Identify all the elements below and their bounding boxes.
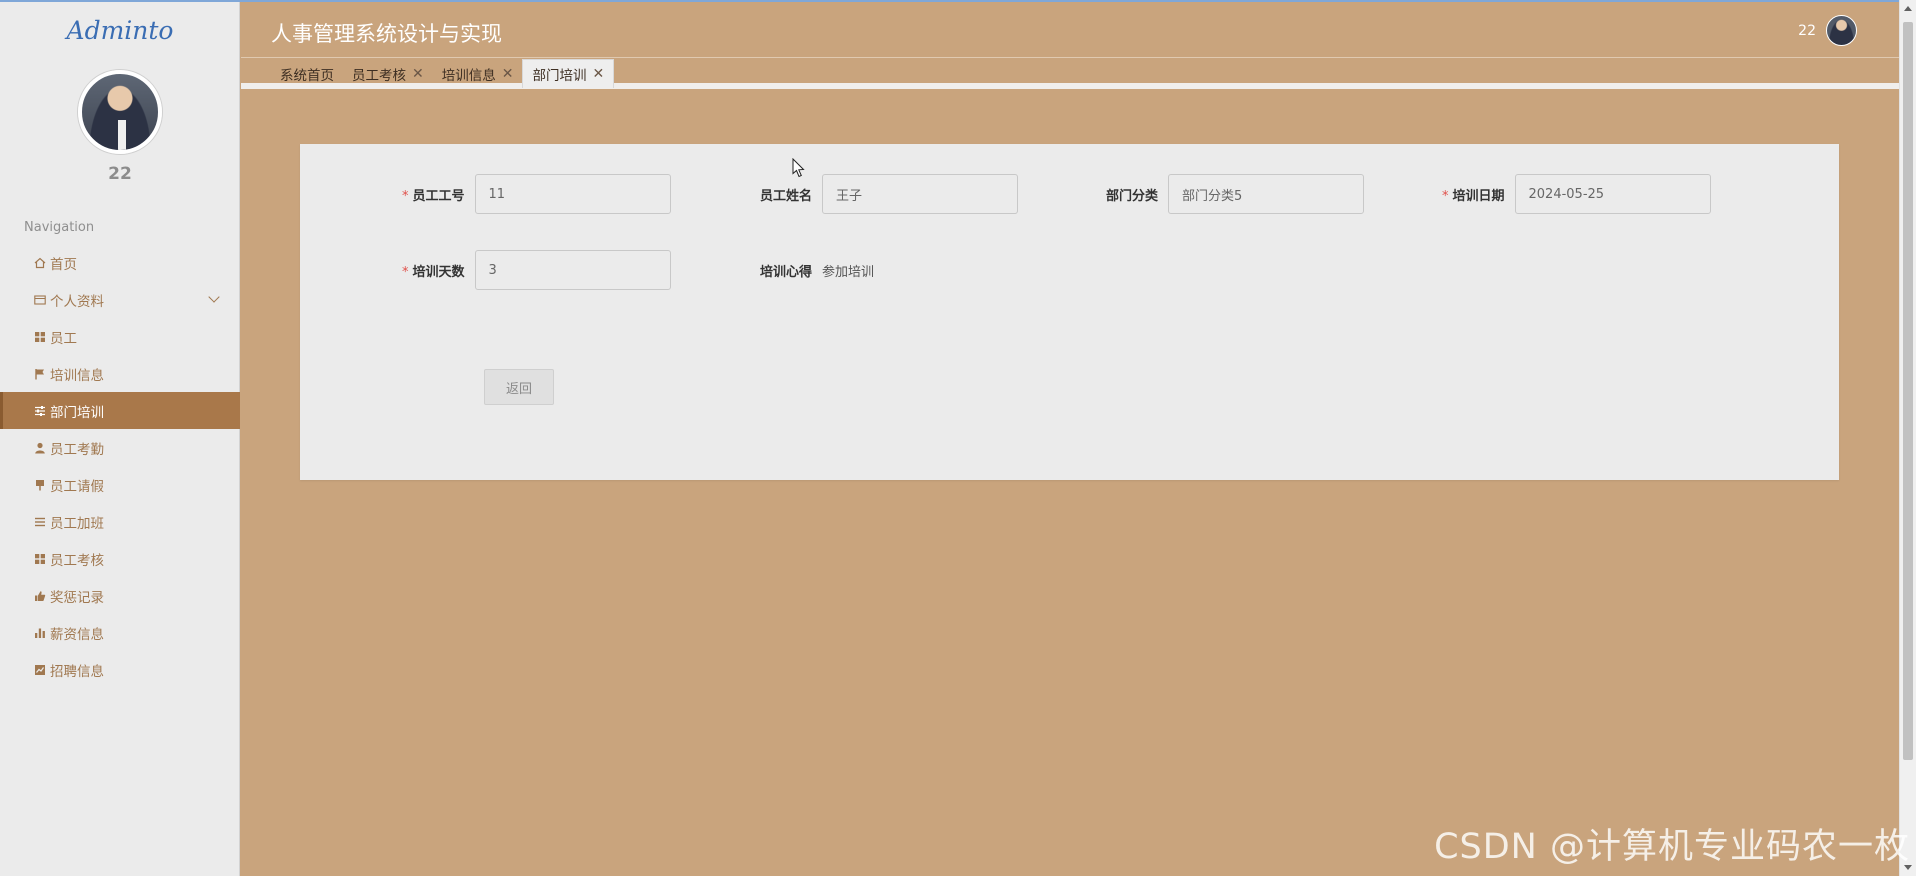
sidebar-item-home[interactable]: 首页	[0, 244, 240, 281]
training-days-input[interactable]: 3	[474, 250, 671, 290]
home-icon	[33, 256, 46, 269]
user-avatar[interactable]	[78, 70, 162, 154]
department-category-input[interactable]: 部门分类5	[1168, 174, 1365, 214]
tab-department-training[interactable]: 部门培训 ✕	[522, 59, 615, 88]
employee-name-input[interactable]: 王子	[822, 174, 1019, 214]
sidebar-item-label: 员工请假	[50, 478, 104, 495]
sidebar-nav: 首页 个人资料 员工 培训信息 部门培训 员工考勤 员工请假 员工加班 员工考核…	[0, 244, 240, 688]
tab-label: 部门培训	[532, 68, 587, 84]
page-title: 人事管理系统设计与实现	[271, 22, 502, 46]
sidebar-item-label: 员工考勤	[50, 441, 104, 458]
scrollbar-thumb[interactable]	[1903, 22, 1913, 760]
sidebar-item-label: 员工	[50, 330, 77, 347]
sidebar-item-label: 培训信息	[50, 367, 104, 384]
training-date-field: * 培训日期 2024-05-25	[1442, 174, 1711, 214]
sidebar-item-rewards[interactable]: 奖惩记录	[0, 577, 240, 614]
training-notes-value: 参加培训	[822, 264, 875, 280]
training-detail-form: * 员工工号 11 员工姓名 王子 部门分类 部门分类5 * 培训日期 2024-0…	[300, 144, 1839, 480]
sidebar-item-label: 员工加班	[50, 515, 104, 532]
sidebar-item-label: 员工考核	[50, 552, 104, 569]
tab-label: 培训信息	[441, 67, 496, 84]
sidebar-item-salary[interactable]: 薪资信息	[0, 614, 240, 651]
app-logo[interactable]: Adminto	[0, 16, 240, 45]
header-user-name: 22	[1798, 22, 1816, 39]
close-icon[interactable]: ✕	[412, 66, 424, 82]
sidebar-item-overtime[interactable]: 员工加班	[0, 503, 240, 540]
sidebar-user-name: 22	[108, 164, 132, 184]
sidebar-item-label: 薪资信息	[50, 626, 104, 643]
department-category-label: 部门分类	[1106, 188, 1159, 204]
back-button[interactable]: 返回	[484, 369, 554, 405]
chevron-down-icon[interactable]	[208, 291, 220, 303]
watermark: CSDN @计算机专业码农一枚	[1434, 827, 1910, 867]
sidebar-item-label: 个人资料	[50, 293, 104, 310]
sidebar-item-assessment[interactable]: 员工考核	[0, 540, 240, 577]
tab-system-home[interactable]: 系统首页	[271, 59, 343, 88]
sidebar-item-label: 部门培训	[50, 404, 104, 421]
training-days-field: * 培训天数 3	[402, 250, 671, 290]
close-icon[interactable]: ✕	[592, 66, 604, 82]
training-notes-field: 培训心得 参加培训	[760, 250, 874, 290]
sidebar-item-label: 招聘信息	[50, 663, 104, 680]
employee-no-field: * 员工工号 11	[402, 174, 671, 214]
training-date-label: * 培训日期	[1442, 188, 1505, 204]
training-notes-label: 培训心得	[760, 264, 813, 280]
department-category-field: 部门分类 部门分类5	[1106, 174, 1365, 214]
tab-bar: 系统首页 员工考核 ✕ 培训信息 ✕ 部门培训 ✕	[241, 59, 1899, 89]
employee-no-input[interactable]: 11	[474, 174, 671, 214]
scroll-up-arrow-icon[interactable]	[1904, 6, 1912, 11]
sidebar-item-department-training[interactable]: 部门培训	[0, 392, 240, 429]
line-chart-icon	[33, 663, 46, 676]
sidebar-item-leave[interactable]: 员工请假	[0, 466, 240, 503]
sidebar: Adminto 22 Navigation 首页 个人资料 员工 培训信息 部门…	[0, 2, 240, 876]
profile-card-icon	[33, 293, 46, 306]
top-header: 人事管理系统设计与实现 22	[241, 2, 1899, 58]
sidebar-item-label: 奖惩记录	[50, 589, 104, 606]
sidebar-item-recruitment[interactable]: 招聘信息	[0, 651, 240, 688]
sidebar-item-profile[interactable]: 个人资料	[0, 281, 240, 318]
close-icon[interactable]: ✕	[502, 66, 514, 82]
sidebar-item-employee[interactable]: 员工	[0, 318, 240, 355]
flag-icon	[33, 367, 46, 380]
sliders-icon	[33, 404, 46, 417]
tab-label: 员工考核	[352, 67, 406, 84]
thumbs-up-icon	[33, 589, 46, 602]
header-avatar[interactable]	[1826, 15, 1857, 46]
header-user-menu[interactable]: 22	[1798, 15, 1857, 46]
sidebar-item-training-info[interactable]: 培训信息	[0, 355, 240, 392]
sidebar-item-attendance[interactable]: 员工考勤	[0, 429, 240, 466]
list-icon	[33, 515, 46, 528]
vertical-scrollbar[interactable]	[1899, 0, 1916, 876]
bar-chart-icon	[33, 626, 46, 639]
employee-name-label: 员工姓名	[760, 188, 813, 204]
person-icon	[33, 441, 46, 454]
grid-icon	[33, 330, 46, 343]
tab-label: 系统首页	[280, 67, 334, 84]
grid-icon	[33, 552, 46, 565]
training-days-label: * 培训天数	[402, 264, 465, 280]
nav-section-title: Navigation	[24, 220, 95, 235]
pin-icon	[33, 478, 46, 491]
employee-name-field: 员工姓名 王子	[760, 174, 1019, 214]
tab-employee-assessment[interactable]: 员工考核 ✕	[343, 59, 433, 88]
training-date-input[interactable]: 2024-05-25	[1514, 174, 1711, 214]
tab-training-info[interactable]: 培训信息 ✕	[433, 59, 523, 88]
sidebar-item-label: 首页	[50, 256, 77, 273]
logo-text: Adminto	[66, 16, 174, 45]
employee-no-label: * 员工工号	[402, 188, 465, 204]
